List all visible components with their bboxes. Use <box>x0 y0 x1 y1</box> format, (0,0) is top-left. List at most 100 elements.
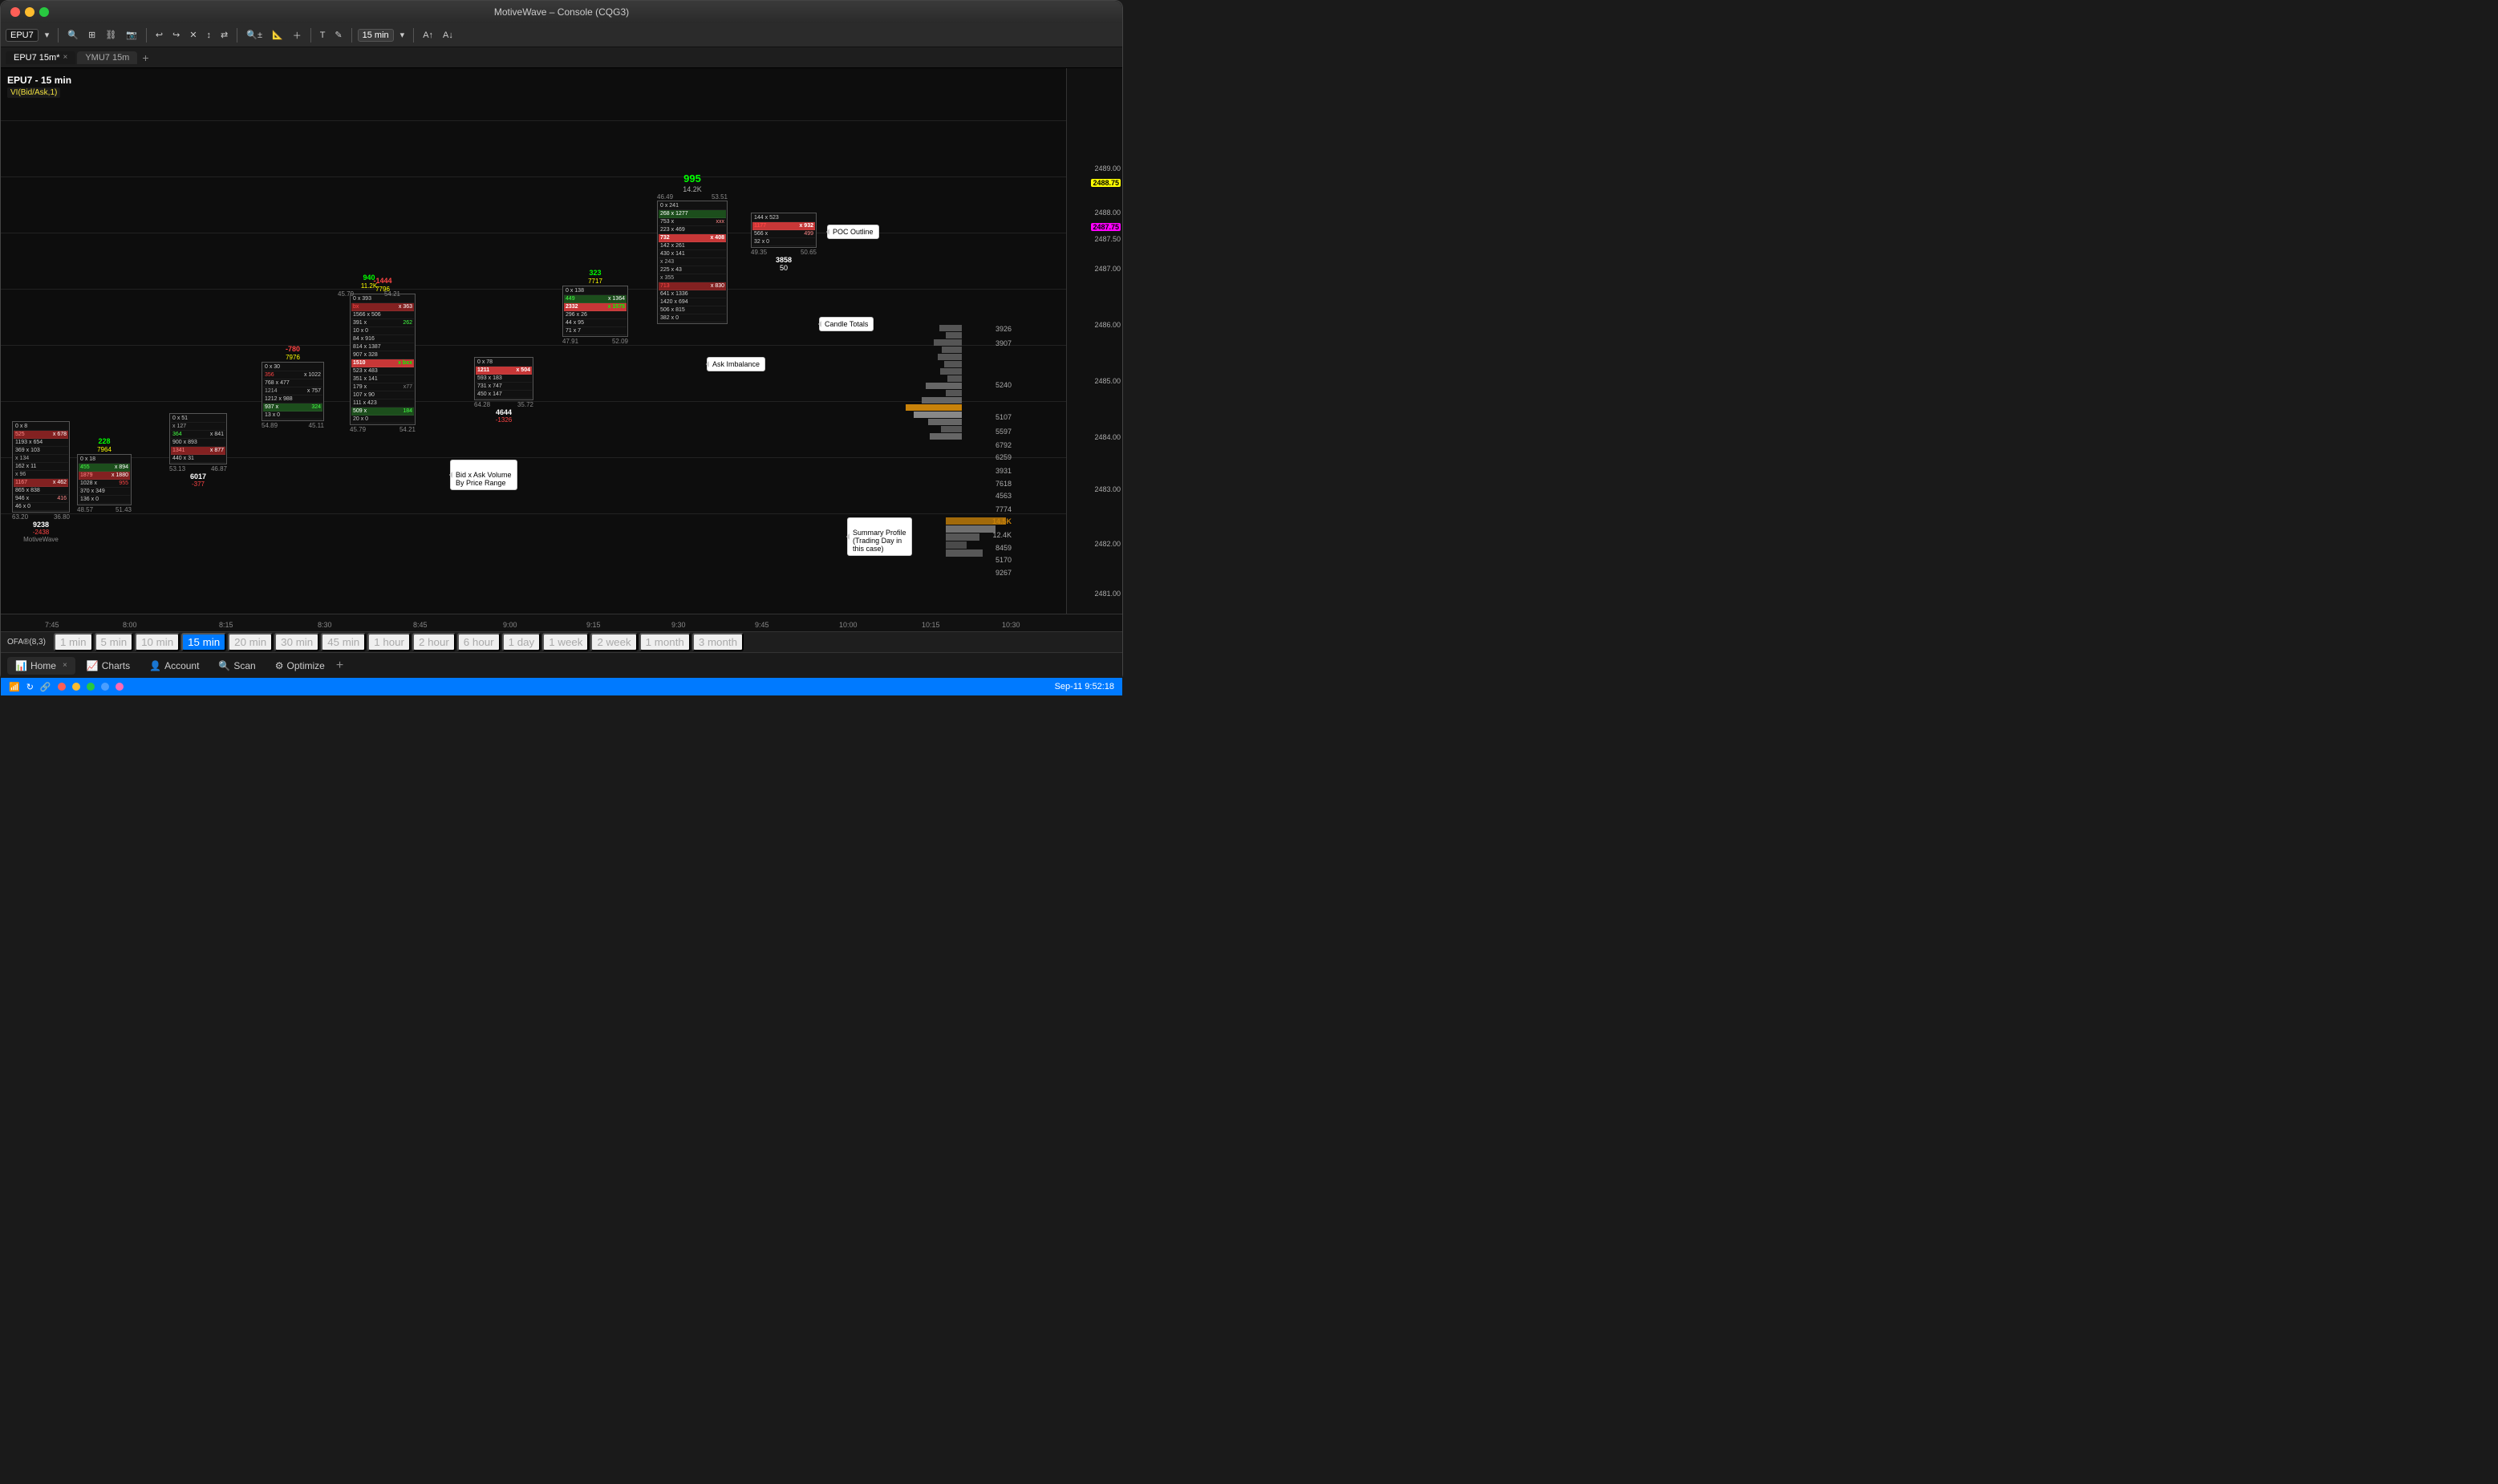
cluster-row: 142 x 261 <box>659 242 726 250</box>
sep2 <box>146 28 147 43</box>
sp-bar-3 <box>946 533 979 541</box>
time-tick-745: 7:45 <box>45 621 59 629</box>
toolbar-arrows[interactable]: ⇄ <box>217 29 231 41</box>
cluster-row: 430 x 141 <box>659 250 726 258</box>
toolbar-pointer[interactable]: ↕ <box>204 30 215 41</box>
callout-ba-text: Bid x Ask VolumeBy Price Range <box>456 471 512 487</box>
vp-label-3907: 3907 <box>996 339 1012 347</box>
bottom-tab-scan[interactable]: 🔍 Scan <box>210 657 263 675</box>
tf-20min[interactable]: 20 min <box>228 633 273 651</box>
chart-main[interactable]: EPU7 - 15 min VI(Bid/Ask,1) 0 x 8 525x 6… <box>1 68 1066 614</box>
cluster-row: 46 x 0 <box>14 503 68 511</box>
cluster-row: bxx 363 <box>351 303 414 311</box>
cluster-subheader7: 7717 <box>562 278 628 285</box>
tf-1hour[interactable]: 1 hour <box>367 633 411 651</box>
scan-tab-label: Scan <box>233 660 255 671</box>
tf-6hour[interactable]: 6 hour <box>457 633 501 651</box>
tf-30min[interactable]: 30 min <box>274 633 319 651</box>
minimize-button[interactable] <box>25 7 34 17</box>
cluster-low3: 53.13 <box>169 465 185 472</box>
toolbar-plus[interactable]: ＋ <box>290 28 305 43</box>
tf-45min[interactable]: 45 min <box>321 633 366 651</box>
callout-summary-profile: Summary Profile(Trading Day inthis case) <box>847 517 912 556</box>
callout-ai-text: Ask Imbalance <box>712 360 760 368</box>
time-tick-945: 9:45 <box>755 621 769 629</box>
price-2485: 2485.00 <box>1094 377 1121 385</box>
tf-5min[interactable]: 5 min <box>95 633 134 651</box>
price-2484: 2484.00 <box>1094 433 1121 441</box>
bottom-tab-account[interactable]: 👤 Account <box>141 657 207 675</box>
tf-10min[interactable]: 10 min <box>135 633 180 651</box>
close-button[interactable] <box>10 7 20 17</box>
toolbar-undo[interactable]: ↩ <box>152 29 166 41</box>
timeframe-selector[interactable]: 15 min <box>358 29 394 42</box>
toolbar-draw[interactable]: ✎ <box>331 29 345 41</box>
maximize-button[interactable] <box>39 7 49 17</box>
cluster-row: 356x 1022 <box>263 371 322 379</box>
cluster-row: 144 x 523 <box>752 214 815 222</box>
toolbar-redo[interactable]: ↪ <box>169 29 183 41</box>
toolbar-search[interactable]: 🔍 <box>64 29 82 41</box>
tab-ymu7[interactable]: YMU7 15m <box>77 51 137 64</box>
timeframe-dropdown[interactable]: ▾ <box>397 29 408 41</box>
ofa-label: OFA®(8,3) <box>7 638 46 647</box>
cluster-row: 0 x 241 <box>659 202 726 210</box>
time-tick-830: 8:30 <box>318 621 332 629</box>
vp-label-6259: 6259 <box>996 453 1012 461</box>
window-title: MotiveWave – Console (CQG3) <box>494 6 629 18</box>
tf-2hour[interactable]: 2 hour <box>412 633 456 651</box>
cluster-row: 1211x 504 <box>476 367 532 375</box>
cluster-row: 364x 841 <box>171 431 225 439</box>
cluster-row: 71 x 7 <box>564 327 627 335</box>
charts-tab-label: Charts <box>102 660 130 671</box>
cluster-row: 0 x 78 <box>476 359 532 367</box>
grid-line <box>1 513 1066 514</box>
add-bottom-tab-button[interactable]: + <box>336 659 343 673</box>
vp-label-8459: 8459 <box>996 544 1012 552</box>
cluster-high7: 52.09 <box>612 338 628 345</box>
toolbar-camera[interactable]: 📷 <box>123 29 140 41</box>
cluster-row: 1214x 757 <box>263 387 322 395</box>
tf-1min[interactable]: 1 min <box>54 633 93 651</box>
cluster-low2: 48.57 <box>77 506 93 513</box>
symbol-display[interactable]: EPU7 <box>6 29 39 42</box>
toolbar-grid[interactable]: ⊞ <box>85 29 99 41</box>
toolbar-zoom[interactable]: 🔍± <box>243 29 266 41</box>
price-2481: 2481.00 <box>1094 590 1121 598</box>
cluster-delta3: -377 <box>169 480 227 488</box>
vp-label-12.4k: 12.4K <box>992 531 1012 539</box>
toolbar-cross[interactable]: ✕ <box>186 29 200 41</box>
toolbar-link[interactable]: ⛓ <box>102 29 120 41</box>
tf-15min[interactable]: 15 min <box>181 633 226 651</box>
cluster-row: 907 x 328 <box>351 351 414 359</box>
cluster-row: 731 x 747 <box>476 383 532 391</box>
home-tab-close[interactable]: × <box>63 661 67 670</box>
tf-3month[interactable]: 3 month <box>692 633 744 651</box>
status-datetime: Sep-11 9:52:18 <box>1055 682 1114 691</box>
toolbar-dropdown[interactable]: ▾ <box>42 29 53 41</box>
bottom-tab-home[interactable]: 📊 Home × <box>7 657 75 675</box>
dot-red <box>58 683 66 691</box>
tf-1week[interactable]: 1 week <box>542 633 589 651</box>
timeframe-bar: OFA®(8,3) 1 min 5 min 10 min 15 min 20 m… <box>1 631 1122 652</box>
bottom-tab-optimize[interactable]: ⚙ Optimize <box>267 657 333 675</box>
tab-epu7[interactable]: EPU7 15m* × <box>6 51 75 64</box>
cluster-row: 937 x324 <box>263 403 322 412</box>
toolbar-text-tool[interactable]: T <box>317 30 329 41</box>
grid-line <box>1 120 1066 121</box>
scan-icon: 🔍 <box>218 660 230 671</box>
bottom-tab-charts[interactable]: 📈 Charts <box>79 657 138 675</box>
tf-1day[interactable]: 1 day <box>502 633 541 651</box>
tf-1month[interactable]: 1 month <box>639 633 691 651</box>
font-down[interactable]: A↓ <box>440 30 456 41</box>
cluster-low9: 49.35 <box>751 249 767 256</box>
toolbar-measure[interactable]: 📐 <box>269 29 286 41</box>
account-icon: 👤 <box>149 660 161 671</box>
tab-epu7-close[interactable]: × <box>63 53 67 62</box>
add-tab-button[interactable]: + <box>142 51 148 64</box>
tf-2week[interactable]: 2 week <box>590 633 637 651</box>
cluster-row: 1879x 1880 <box>79 472 130 480</box>
font-up[interactable]: A↑ <box>420 30 436 41</box>
candle-cluster-3: 0 x 51 x 127 364x 841 900 x 893 1341x 87… <box>169 413 227 488</box>
cluster-row: 351 x 141 <box>351 375 414 383</box>
